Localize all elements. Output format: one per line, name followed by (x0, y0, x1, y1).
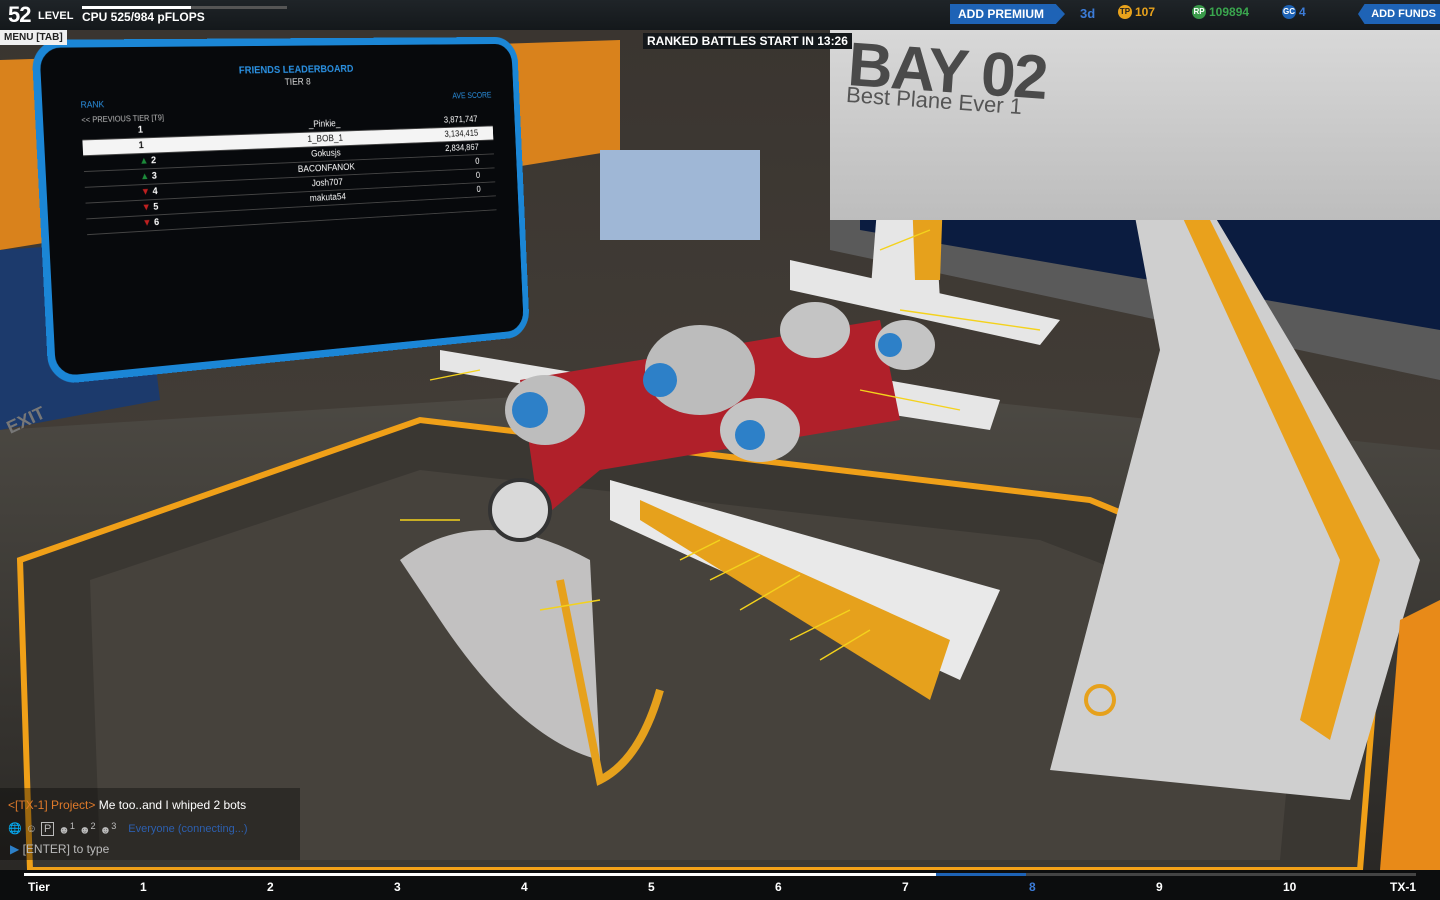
tier-tick-10: 10 (1283, 880, 1297, 894)
tier-end-label: TX-1 (1390, 880, 1417, 894)
leaderboard-rank-value: 5 (153, 201, 159, 213)
galaxy-coins-icon: GC (1282, 5, 1296, 19)
rank-column-header: RANK (80, 99, 105, 110)
top-hud-bar: 52 LEVEL CPU 525/984 pFLOPS ADD PREMIUM … (0, 0, 1440, 30)
chat-panel: <[TX-1] Project> Me too..and I whiped 2 … (0, 788, 300, 860)
party-icon[interactable]: P (40, 821, 55, 836)
tier-tick-1: 1 (140, 880, 147, 894)
rank-down-icon: ▼ (140, 186, 153, 198)
chat-sender: <[TX-1] Project> (8, 798, 96, 812)
tier-progress-bar: Tier 1 2 3 4 5 6 7 8 9 10 TX-1 (0, 870, 1440, 900)
leaderboard-rows: 1 _Pinkie_ 3,871,747 1 1_BOB_1 3,134,415 ▲ 2 Go… (81, 112, 497, 236)
player-level: 52 (8, 2, 32, 27)
tier-tick-3: 3 (394, 880, 401, 894)
tier-progress-fill (24, 873, 936, 876)
rank-up-icon: ▲ (139, 155, 152, 167)
chat-tab-2[interactable]: ☻2 (79, 821, 96, 837)
premium-days: 3d (1080, 6, 1096, 21)
leaderboard-rank-value: 3 (151, 170, 158, 182)
leaderboard-player-name (249, 208, 405, 217)
chat-message: <[TX-1] Project> Me too..and I whiped 2 … (8, 798, 246, 812)
globe-icon[interactable]: 🌐 (8, 822, 22, 835)
add-premium-button[interactable]: ADD PREMIUM (950, 4, 1065, 24)
chat-tab-3-label: 3 (111, 821, 117, 831)
chat-tab-1[interactable]: ☻1 (58, 821, 75, 837)
leaderboard-score: 3,134,415 (444, 128, 479, 140)
leaderboard-score: 0 (475, 156, 480, 167)
leaderboard-rank-value: 2 (150, 155, 157, 167)
rank-down-icon: ▼ (141, 202, 154, 214)
level-label: LEVEL (38, 10, 74, 22)
score-column-header: AVE SCORE (452, 90, 492, 101)
tech-points-icon: TP (1118, 5, 1132, 19)
tier-start-label: Tier (28, 880, 50, 894)
leaderboard-rank-value: 6 (153, 217, 160, 229)
leaderboard-score: 3,871,747 (443, 114, 478, 126)
chat-input[interactable]: ▶ [ENTER] to type (10, 842, 109, 856)
friends-leaderboard-screen[interactable]: FRIENDS LEADERBOARD TIER 8 RANK AVE SCOR… (31, 36, 530, 386)
rank-down-icon: ▼ (142, 217, 155, 229)
tier-tick-5: 5 (648, 880, 655, 894)
tier-tick-4: 4 (521, 880, 528, 894)
rank-up-icon: ▲ (139, 171, 153, 183)
leaderboard-rank-value: 4 (152, 186, 158, 198)
tier-tick-8: 8 (1029, 880, 1036, 894)
leaderboard-score (405, 203, 496, 208)
galaxy-coins-value: 4 (1299, 5, 1306, 19)
ranked-countdown: RANKED BATTLES START IN 13:26 (643, 33, 852, 49)
chat-channel-label: Everyone (connecting...) (128, 822, 248, 835)
chat-channel-tabs: 🌐 ☺ P ☻1 ☻2 ☻3 Everyone (connecting...) (8, 821, 248, 837)
person-icon[interactable]: ☺ (26, 823, 37, 835)
tech-points-value: 107 (1135, 5, 1156, 19)
leaderboard-rank-value: 1 (138, 140, 145, 152)
tier-tick-2: 2 (267, 880, 274, 894)
robits-value: 109894 (1209, 5, 1250, 19)
leaderboard-content: FRIENDS LEADERBOARD TIER 8 RANK AVE SCOR… (79, 62, 501, 344)
menu-tab-button[interactable]: MENU [TAB] (0, 30, 67, 45)
chat-tab-2-label: 2 (90, 821, 96, 831)
chat-text: Me too..and I whiped 2 bots (95, 798, 247, 812)
garage-scene: FRIENDS LEADERBOARD TIER 8 RANK AVE SCOR… (0, 0, 1440, 900)
leaderboard-rank-value: 1 (137, 124, 144, 136)
tier-tick-6: 6 (775, 880, 782, 894)
chat-input-hint: [ENTER] to type (22, 842, 110, 856)
cpu-usage-bar (82, 6, 287, 9)
robits-icon: RP (1192, 5, 1206, 19)
chat-tab-1-label: 1 (69, 821, 75, 831)
tier-tick-7: 7 (902, 880, 909, 894)
tier-tick-9: 9 (1156, 880, 1163, 894)
chevron-right-icon: ▶ (10, 842, 20, 856)
cpu-usage-fill (82, 6, 192, 9)
galaxy-coins-stat: GC 4 (1282, 5, 1306, 19)
leaderboard-score: 2,834,867 (444, 142, 480, 154)
tech-points-stat: TP 107 (1118, 5, 1155, 19)
cpu-label: CPU 525/984 pFLOPS (82, 10, 205, 24)
robits-stat: RP 109894 (1192, 5, 1249, 19)
add-funds-button[interactable]: ADD FUNDS (1358, 4, 1440, 24)
chat-tab-3[interactable]: ☻3 (100, 821, 117, 837)
tier-current-marker (935, 873, 1027, 876)
tier-track (24, 873, 1416, 876)
